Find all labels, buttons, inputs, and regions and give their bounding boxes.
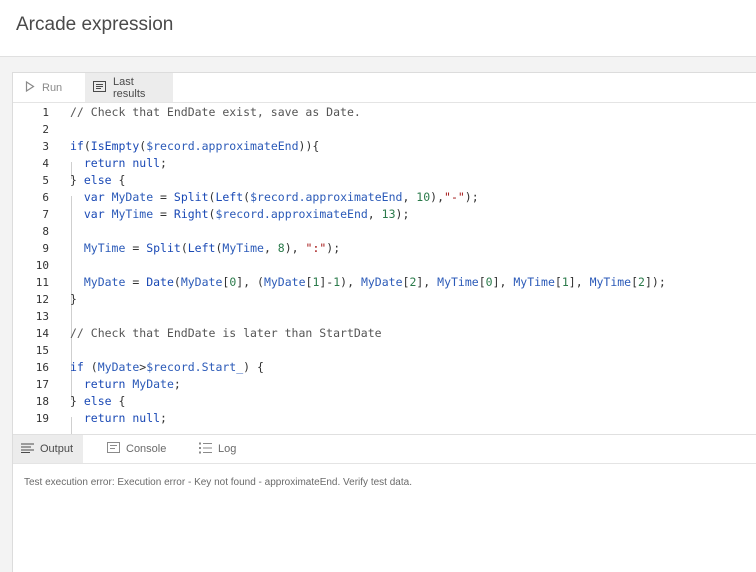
- code-text: return null;: [83, 411, 167, 425]
- code-line[interactable]: 17 return MyDate;: [13, 376, 756, 393]
- code-line[interactable]: 10: [13, 257, 756, 274]
- code-line[interactable]: 15: [13, 342, 756, 359]
- tab-log[interactable]: Log: [191, 435, 251, 463]
- output-message: Test execution error: Execution error - …: [24, 477, 412, 488]
- line-number: 17: [35, 378, 49, 391]
- code-line[interactable]: 2: [13, 121, 756, 138]
- line-number: 9: [42, 242, 49, 255]
- expression-panel: Run Last results 1 // Check that EndDate …: [12, 72, 756, 572]
- tab-output-label: Output: [40, 443, 74, 455]
- run-button[interactable]: Run: [17, 73, 79, 102]
- line-number: 16: [35, 361, 49, 374]
- line-number: 3: [42, 140, 49, 153]
- line-number: 18: [35, 395, 49, 408]
- line-number: 5: [42, 174, 49, 187]
- line-number: 19: [35, 412, 49, 425]
- line-number: 11: [35, 276, 49, 289]
- gray-separator: [0, 57, 756, 72]
- code-text: var MyTime = Right($record.approximateEn…: [83, 207, 410, 221]
- code-text: }: [70, 292, 77, 306]
- output-tab-bar: Output Console Log: [13, 434, 756, 464]
- code-text: } else {: [70, 394, 126, 408]
- code-line[interactable]: 12}: [13, 291, 756, 308]
- code-line[interactable]: 4 return null;: [13, 155, 756, 172]
- code-line[interactable]: 8: [13, 223, 756, 240]
- line-number: 8: [42, 225, 49, 238]
- tab-output[interactable]: Output: [13, 435, 83, 463]
- code-line[interactable]: 3 if(IsEmpty($record.approximateEnd)){: [13, 138, 756, 155]
- line-number: 13: [35, 310, 49, 323]
- code-text: } else {: [70, 173, 126, 187]
- tab-console[interactable]: Console: [99, 435, 179, 463]
- line-number: 6: [42, 191, 49, 204]
- last-results-button[interactable]: Last results: [85, 73, 173, 102]
- page-title: Arcade expression: [16, 14, 174, 35]
- line-number: 10: [35, 259, 49, 272]
- line-number: 12: [35, 293, 49, 306]
- run-label: Run: [42, 81, 63, 94]
- line-number: 14: [35, 327, 49, 340]
- line-number: 1: [42, 106, 49, 119]
- code-line[interactable]: 14 // Check that EndDate is later than St…: [13, 325, 756, 342]
- header: Arcade expression: [0, 0, 756, 57]
- console-icon: [107, 442, 126, 456]
- left-gutter: [0, 72, 12, 572]
- log-list-icon: [199, 442, 218, 457]
- last-results-label: Last results: [113, 75, 146, 100]
- code-line[interactable]: 19 return null;: [13, 410, 756, 427]
- code-text: if (MyDate>$record.Start_) {: [70, 360, 264, 374]
- line-number: 4: [42, 157, 49, 170]
- code-line[interactable]: 9 MyTime = Split(Left(MyTime, 8), ":");: [13, 240, 756, 257]
- code-text: // Check that EndDate exist, save as Dat…: [70, 105, 361, 119]
- code-text: if(IsEmpty($record.approximateEnd)){: [70, 139, 320, 153]
- code-text: MyTime = Split(Left(MyTime, 8), ":");: [83, 241, 341, 255]
- output-list-icon: [21, 443, 40, 456]
- code-line[interactable]: 1 // Check that EndDate exist, save as Da…: [13, 104, 756, 121]
- code-line[interactable]: 11 MyDate = Date(MyDate[0], (MyDate[1]-1…: [13, 274, 756, 291]
- line-number: 7: [42, 208, 49, 221]
- tab-console-label: Console: [126, 443, 167, 455]
- code-text: return MyDate;: [83, 377, 181, 391]
- editor-toolbar: Run Last results: [13, 73, 756, 103]
- results-icon: [93, 80, 113, 95]
- code-line[interactable]: 5 } else {: [13, 172, 756, 189]
- code-text: // Check that EndDate is later than Star…: [70, 326, 382, 340]
- code-editor[interactable]: 1 // Check that EndDate exist, save as Da…: [13, 103, 756, 434]
- code-text: return null;: [83, 156, 167, 170]
- play-icon: [25, 80, 42, 95]
- code-line[interactable]: 7 var MyTime = Right($record.approximate…: [13, 206, 756, 223]
- code-line[interactable]: 18 } else {: [13, 393, 756, 410]
- line-number: 15: [35, 344, 49, 357]
- code-line[interactable]: 13: [13, 308, 756, 325]
- code-text: var MyDate = Split(Left($record.approxim…: [83, 190, 479, 204]
- code-text: MyDate = Date(MyDate[0], (MyDate[1]-1), …: [83, 275, 666, 289]
- line-number: 2: [42, 123, 49, 136]
- tab-log-label: Log: [218, 443, 237, 455]
- code-line[interactable]: 16 if (MyDate>$record.Start_) {: [13, 359, 756, 376]
- code-line[interactable]: 6 var MyDate = Split(Left($record.approx…: [13, 189, 756, 206]
